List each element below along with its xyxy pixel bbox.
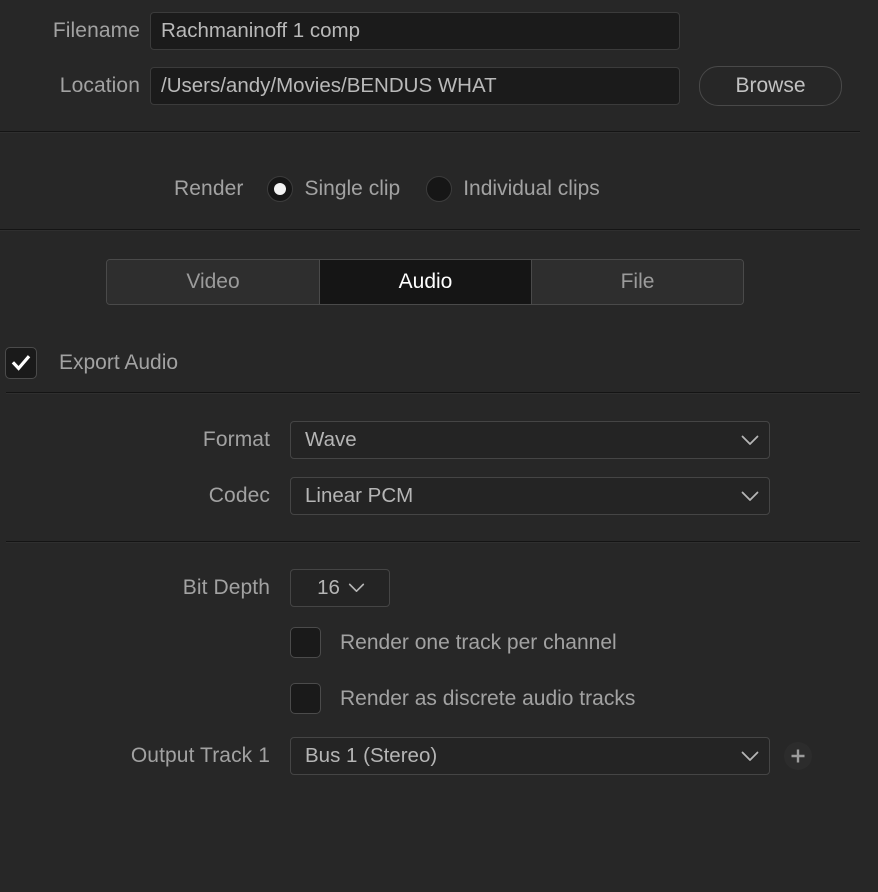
one-track-per-channel-label[interactable]: Render one track per channel <box>340 631 617 655</box>
browse-button[interactable]: Browse <box>699 66 842 106</box>
radio-individual-clips-label[interactable]: Individual clips <box>463 177 600 201</box>
format-row: Format Wave <box>0 421 770 459</box>
filename-row: Filename Rachmaninoff 1 comp <box>0 12 680 50</box>
export-type-tabs: Video Audio File <box>106 259 744 305</box>
radio-individual-clips[interactable] <box>426 176 453 202</box>
plus-icon <box>791 749 805 763</box>
discrete-audio-tracks-label[interactable]: Render as discrete audio tracks <box>340 687 635 711</box>
codec-dropdown[interactable]: Linear PCM <box>290 477 770 515</box>
separator-codec <box>6 541 860 542</box>
discrete-audio-tracks-row: Render as discrete audio tracks <box>290 683 635 714</box>
radio-single-clip-dot <box>274 183 287 195</box>
one-track-per-channel-checkbox[interactable] <box>290 627 321 658</box>
separator-export-audio <box>6 392 860 393</box>
codec-row: Codec Linear PCM <box>0 477 770 515</box>
chevron-down-icon <box>741 751 759 762</box>
export-audio-row: Export Audio <box>5 347 178 379</box>
codec-value: Linear PCM <box>305 484 414 507</box>
render-label: Render <box>174 177 244 200</box>
radio-single-clip[interactable] <box>267 176 294 202</box>
radio-single-clip-label[interactable]: Single clip <box>304 177 400 201</box>
export-audio-checkbox[interactable] <box>5 347 37 379</box>
chevron-down-icon <box>348 583 365 593</box>
location-row: Location /Users/andy/Movies/BENDUS WHAT … <box>0 66 860 106</box>
export-audio-label[interactable]: Export Audio <box>59 351 178 375</box>
format-dropdown[interactable]: Wave <box>290 421 770 459</box>
separator-top <box>0 131 860 132</box>
bit-depth-dropdown[interactable]: 16 <box>290 569 390 607</box>
one-track-per-channel-row: Render one track per channel <box>290 627 617 658</box>
bit-depth-row: Bit Depth 16 <box>0 569 390 607</box>
filename-label: Filename <box>52 19 140 42</box>
codec-label: Codec <box>208 484 270 507</box>
output-track-label: Output Track 1 <box>130 744 270 767</box>
location-label: Location <box>59 74 140 97</box>
filename-input[interactable]: Rachmaninoff 1 comp <box>150 12 680 50</box>
checkmark-icon <box>11 355 31 371</box>
tab-file[interactable]: File <box>531 260 743 304</box>
format-value: Wave <box>305 428 357 451</box>
bit-depth-label: Bit Depth <box>182 576 270 599</box>
tab-audio[interactable]: Audio <box>319 260 531 304</box>
output-track-dropdown[interactable]: Bus 1 (Stereo) <box>290 737 770 775</box>
bit-depth-value: 16 <box>317 576 340 599</box>
audio-export-settings-panel: Filename Rachmaninoff 1 comp Location /U… <box>0 0 878 892</box>
separator-render <box>0 229 860 230</box>
tab-video[interactable]: Video <box>107 260 319 304</box>
discrete-audio-tracks-checkbox[interactable] <box>290 683 321 714</box>
render-mode-row: Render Single clip Individual clips <box>174 176 600 202</box>
chevron-down-icon <box>741 435 759 446</box>
chevron-down-icon <box>741 491 759 502</box>
location-input[interactable]: /Users/andy/Movies/BENDUS WHAT <box>150 67 680 105</box>
output-track-row: Output Track 1 Bus 1 (Stereo) <box>0 737 812 775</box>
add-output-track-button[interactable] <box>784 742 812 770</box>
output-track-value: Bus 1 (Stereo) <box>305 744 438 767</box>
format-label: Format <box>202 428 270 451</box>
